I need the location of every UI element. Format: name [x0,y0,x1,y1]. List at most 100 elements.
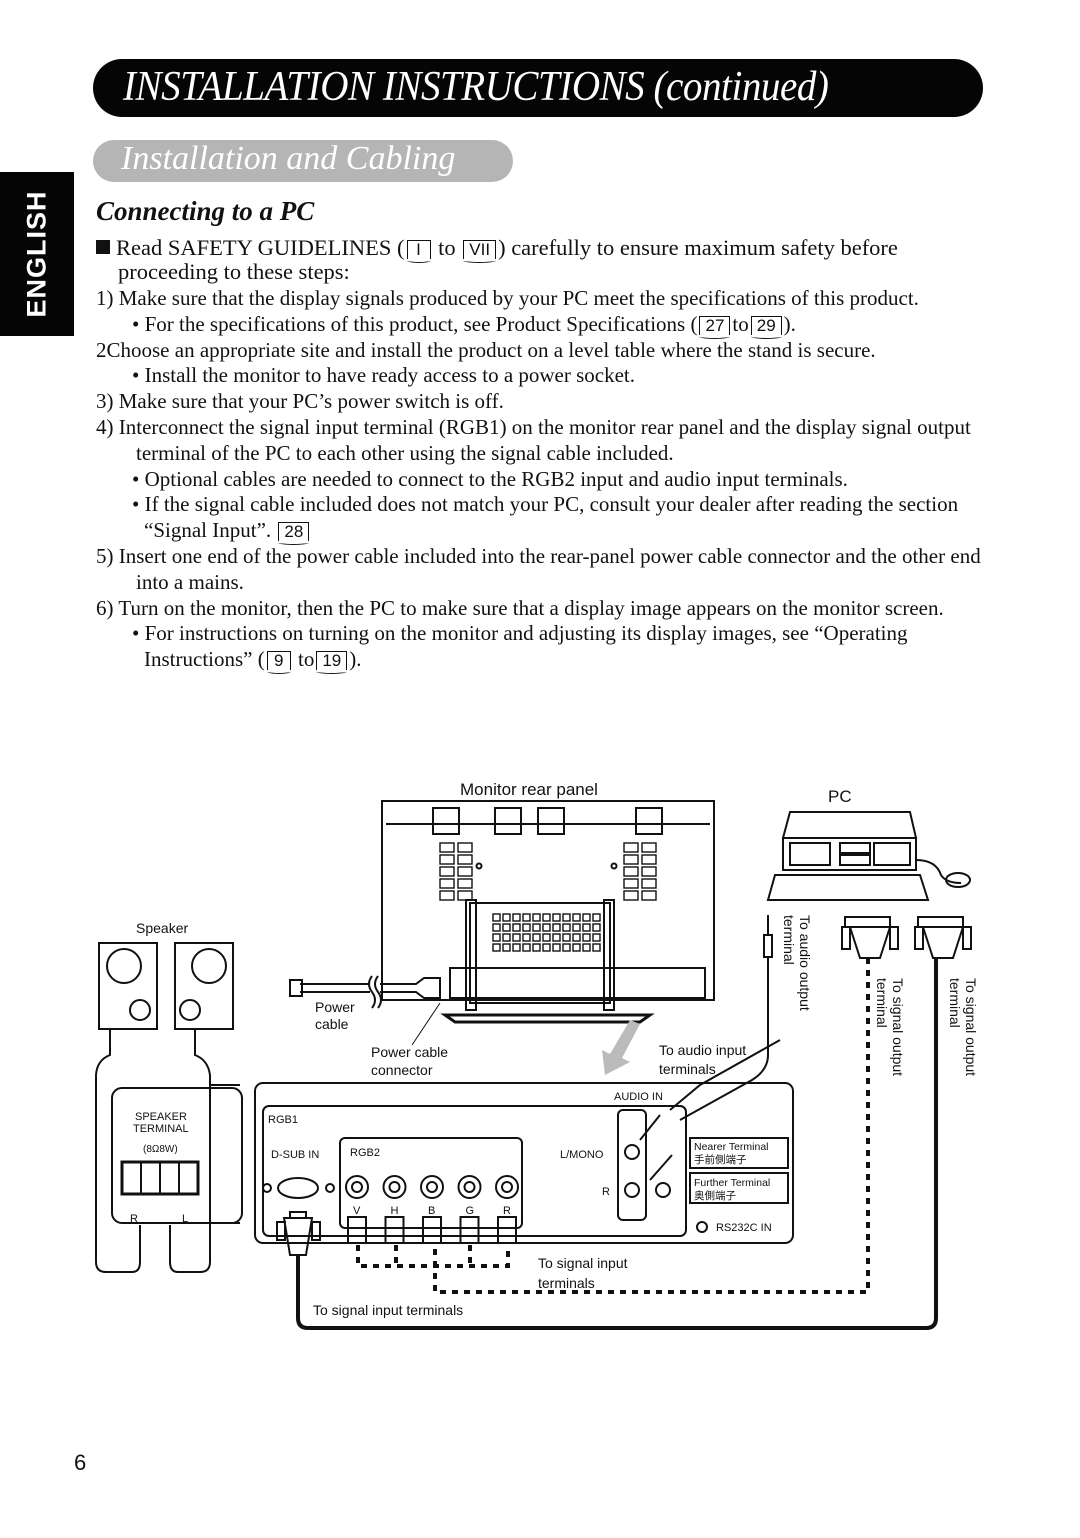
page-number: 6 [74,1450,87,1475]
vent-slot [542,923,551,932]
vent-slot [439,878,455,889]
vent-slot [623,890,639,901]
speaker-terminal-label-2: TERMINAL [133,1123,189,1135]
vent-slot [522,923,531,932]
vent-slot [641,866,657,877]
vent-slot [502,933,511,942]
page-ref-book-icon: I [406,240,431,263]
step-6: 6) Turn on the monitor, then the PC to m… [96,595,944,620]
monitor-vents [439,842,657,952]
bnc-plug [422,1216,442,1244]
bnc-jack-core [351,1181,363,1193]
audio-input-label-1: To audio input [659,1042,746,1058]
vent-slot [512,913,521,922]
vent-slot [623,878,639,889]
speaker-r-label: R [130,1213,138,1225]
vent-slot [562,913,571,922]
connection-diagram: Monitor rear panel PC Speaker Power cabl… [95,780,979,1330]
speaker-illustration [95,942,243,1273]
square-bullet-icon [96,240,110,254]
vent-slot [492,933,501,942]
signal-input-label-3: To signal input terminals [313,1302,463,1318]
vent-slot [641,854,657,865]
vent-slot [512,933,521,942]
subsection-heading: Connecting to a PC [96,196,315,226]
vent-slot [512,943,521,952]
vent-slot [457,866,473,877]
vent-slot [502,913,511,922]
rs232c-label: RS232C IN [716,1222,772,1234]
step-4-note-1: • Optional cables are needed to connect … [132,466,848,491]
vent-slot [502,923,511,932]
vent-slot [492,943,501,952]
power-cable-label-2: cable [315,1016,349,1032]
vent-slot [552,913,561,922]
vent-slot [492,923,501,932]
bnc-jack [495,1175,519,1199]
power-cable-illustration [289,975,441,1046]
language-tab: ENGLISH [0,172,74,336]
bnc-jack-core [388,1181,401,1193]
vent-slot [582,923,591,932]
signal-output-1-label-2: terminal [874,978,890,1028]
vent-slot [492,913,501,922]
page-ref-book-icon: VII [463,240,497,263]
step-3: 3) Make sure that your PC’s power switch… [96,389,504,414]
vent-slot [572,933,581,942]
vent-slot [512,923,521,932]
vent-slot [439,854,455,865]
bnc-jack-core [463,1181,476,1193]
vent-slot [457,890,473,901]
page-ref-book-icon: 27 [699,315,731,339]
signal-input-label-1: To signal input [538,1255,628,1271]
vent-slot [552,943,561,952]
vent-slot [522,943,531,952]
page-title: INSTALLATION INSTRUCTIONS (continued) [123,64,829,110]
dsub-in-label: D-SUB IN [271,1149,319,1161]
vent-slot [582,913,591,922]
vent-slot [532,923,541,932]
further-terminal-jp: 奥側端子 [694,1189,736,1202]
step-2-note: • Install the monitor to have ready acce… [132,363,636,388]
step-4: 4) Interconnect the signal input termina… [96,414,971,465]
step-4-note-2: • If the signal cable included does not … [132,492,959,546]
vent-slot [592,913,601,922]
vent-slot [439,890,455,901]
vent-slot [457,878,473,889]
vent-slot [562,933,571,942]
vent-slot [582,933,591,942]
l-mono-label: L/MONO [560,1149,604,1161]
bnc-jack [345,1175,369,1199]
section-title: Installation and Cabling [121,140,456,177]
power-connector-label-2: connector [371,1062,433,1078]
vent-slot [641,878,657,889]
speaker-terminal-label-1: SPEAKER [135,1111,187,1123]
pc-label: PC [828,787,852,806]
audio-r-label: R [602,1186,610,1198]
monitor-label: Monitor rear panel [460,780,598,799]
page-ref-book-icon: 29 [750,315,782,339]
bnc-label: H [391,1205,399,1217]
vent-slot [592,923,601,932]
vent-slot [641,842,657,853]
vent-slot [572,943,581,952]
section-title-bar: Installation and Cabling [93,140,513,182]
rgb2-label: RGB2 [350,1147,380,1159]
audio-output-label-1: To audio output [797,915,813,1011]
language-label: ENGLISH [21,190,52,318]
nearer-terminal-label: Nearer Terminal [694,1141,769,1153]
vent-slot [532,943,541,952]
step-1: 1) Make sure that the display signals pr… [96,286,919,310]
further-terminal-label: Further Terminal [694,1177,770,1189]
step-5: 5) Insert one end of the power cable inc… [96,543,981,594]
pc-signal-connectors [841,916,972,959]
bnc-label: G [466,1205,475,1217]
signal-input-label-2: terminals [538,1275,595,1291]
bnc-jack-core [426,1181,438,1193]
speaker-label: Speaker [136,920,188,936]
vent-slot [572,913,581,922]
bnc-label: B [428,1205,435,1217]
instructions-body: Read SAFETY GUIDELINES (I to VII) carefu… [96,236,996,675]
vent-slot [562,943,571,952]
rgb1-label: RGB1 [268,1114,298,1126]
